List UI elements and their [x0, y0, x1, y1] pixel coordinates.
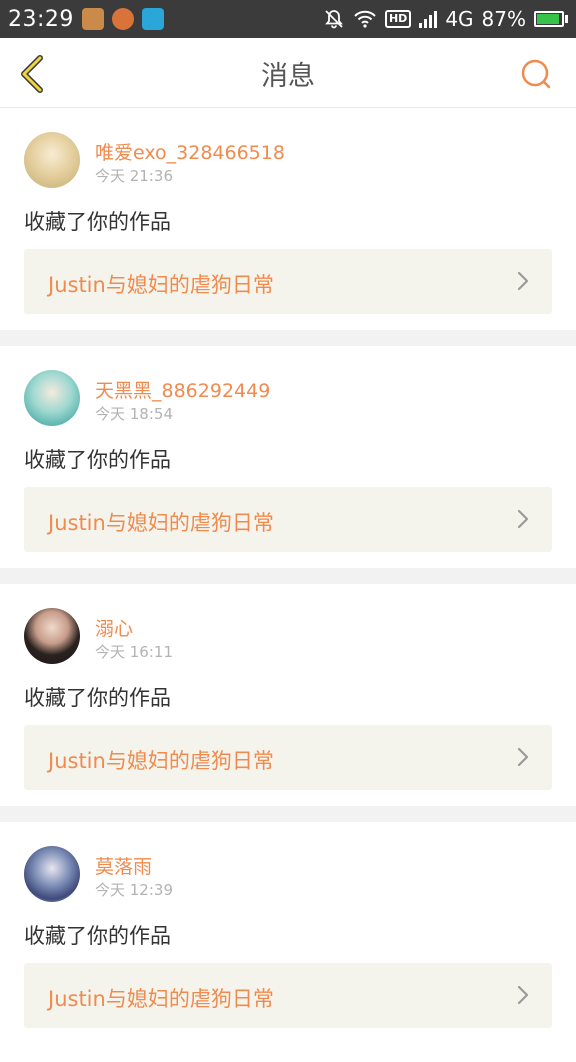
message-time: 今天 21:36 [95, 167, 173, 185]
message-list: 唯爱exo_328466518 今天 21:36 收藏了你的作品 Justin与… [0, 108, 576, 1062]
work-title: Justin与媳妇的虐狗日常 [48, 987, 274, 1011]
work-link[interactable]: Justin与媳妇的虐狗日常 [24, 725, 552, 790]
search-icon[interactable] [518, 56, 554, 92]
status-right: HD 4G 87% [323, 7, 568, 31]
message-time: 今天 12:39 [95, 881, 173, 899]
battery-icon [534, 11, 568, 27]
avatar[interactable] [24, 846, 80, 902]
app-notification-icon [81, 8, 104, 30]
hd-badge: HD [384, 10, 412, 28]
work-title: Justin与媳妇的虐狗日常 [48, 749, 274, 773]
message-card: 唯爱exo_328466518 今天 21:36 收藏了你的作品 Justin与… [0, 108, 576, 330]
status-left: 23:29 [8, 7, 164, 32]
status-time: 23:29 [8, 6, 74, 32]
message-text: 收藏了你的作品 [24, 686, 171, 710]
message-card: 莫落雨 今天 12:39 收藏了你的作品 Justin与媳妇的虐狗日常 [0, 822, 576, 1062]
app-notification-icon [111, 8, 134, 30]
wifi-icon [353, 9, 377, 29]
message-time: 今天 18:54 [95, 405, 173, 423]
message-text: 收藏了你的作品 [24, 210, 171, 234]
work-title: Justin与媳妇的虐狗日常 [48, 511, 274, 535]
page-title: 消息 [261, 61, 315, 92]
signal-icon [419, 10, 438, 28]
message-text: 收藏了你的作品 [24, 448, 171, 472]
chevron-right-icon [516, 985, 530, 1005]
chevron-right-icon [516, 747, 530, 767]
status-bar: 23:29 HD 4G 87% [0, 0, 576, 38]
message-time: 今天 16:11 [95, 643, 173, 661]
chevron-right-icon [516, 271, 530, 291]
message-card: 天黑黑_886292449 今天 18:54 收藏了你的作品 Justin与媳妇… [0, 346, 576, 568]
avatar[interactable] [24, 608, 80, 664]
work-link[interactable]: Justin与媳妇的虐狗日常 [24, 487, 552, 552]
username[interactable]: 天黑黑_886292449 [95, 376, 270, 403]
username[interactable]: 唯爱exo_328466518 [95, 138, 285, 165]
username[interactable]: 溺心 [95, 614, 133, 641]
message-text: 收藏了你的作品 [24, 924, 171, 948]
chat-notification-icon [141, 8, 164, 30]
mute-icon [323, 8, 345, 30]
network-type: 4G [445, 7, 474, 31]
nav-bar: 消息 [0, 38, 576, 108]
username[interactable]: 莫落雨 [95, 852, 152, 879]
work-link[interactable]: Justin与媳妇的虐狗日常 [24, 963, 552, 1028]
avatar[interactable] [24, 370, 80, 426]
avatar[interactable] [24, 132, 80, 188]
work-title: Justin与媳妇的虐狗日常 [48, 273, 274, 297]
chevron-right-icon [516, 509, 530, 529]
work-link[interactable]: Justin与媳妇的虐狗日常 [24, 249, 552, 314]
battery-percent: 87% [481, 7, 526, 31]
message-card: 溺心 今天 16:11 收藏了你的作品 Justin与媳妇的虐狗日常 [0, 584, 576, 806]
